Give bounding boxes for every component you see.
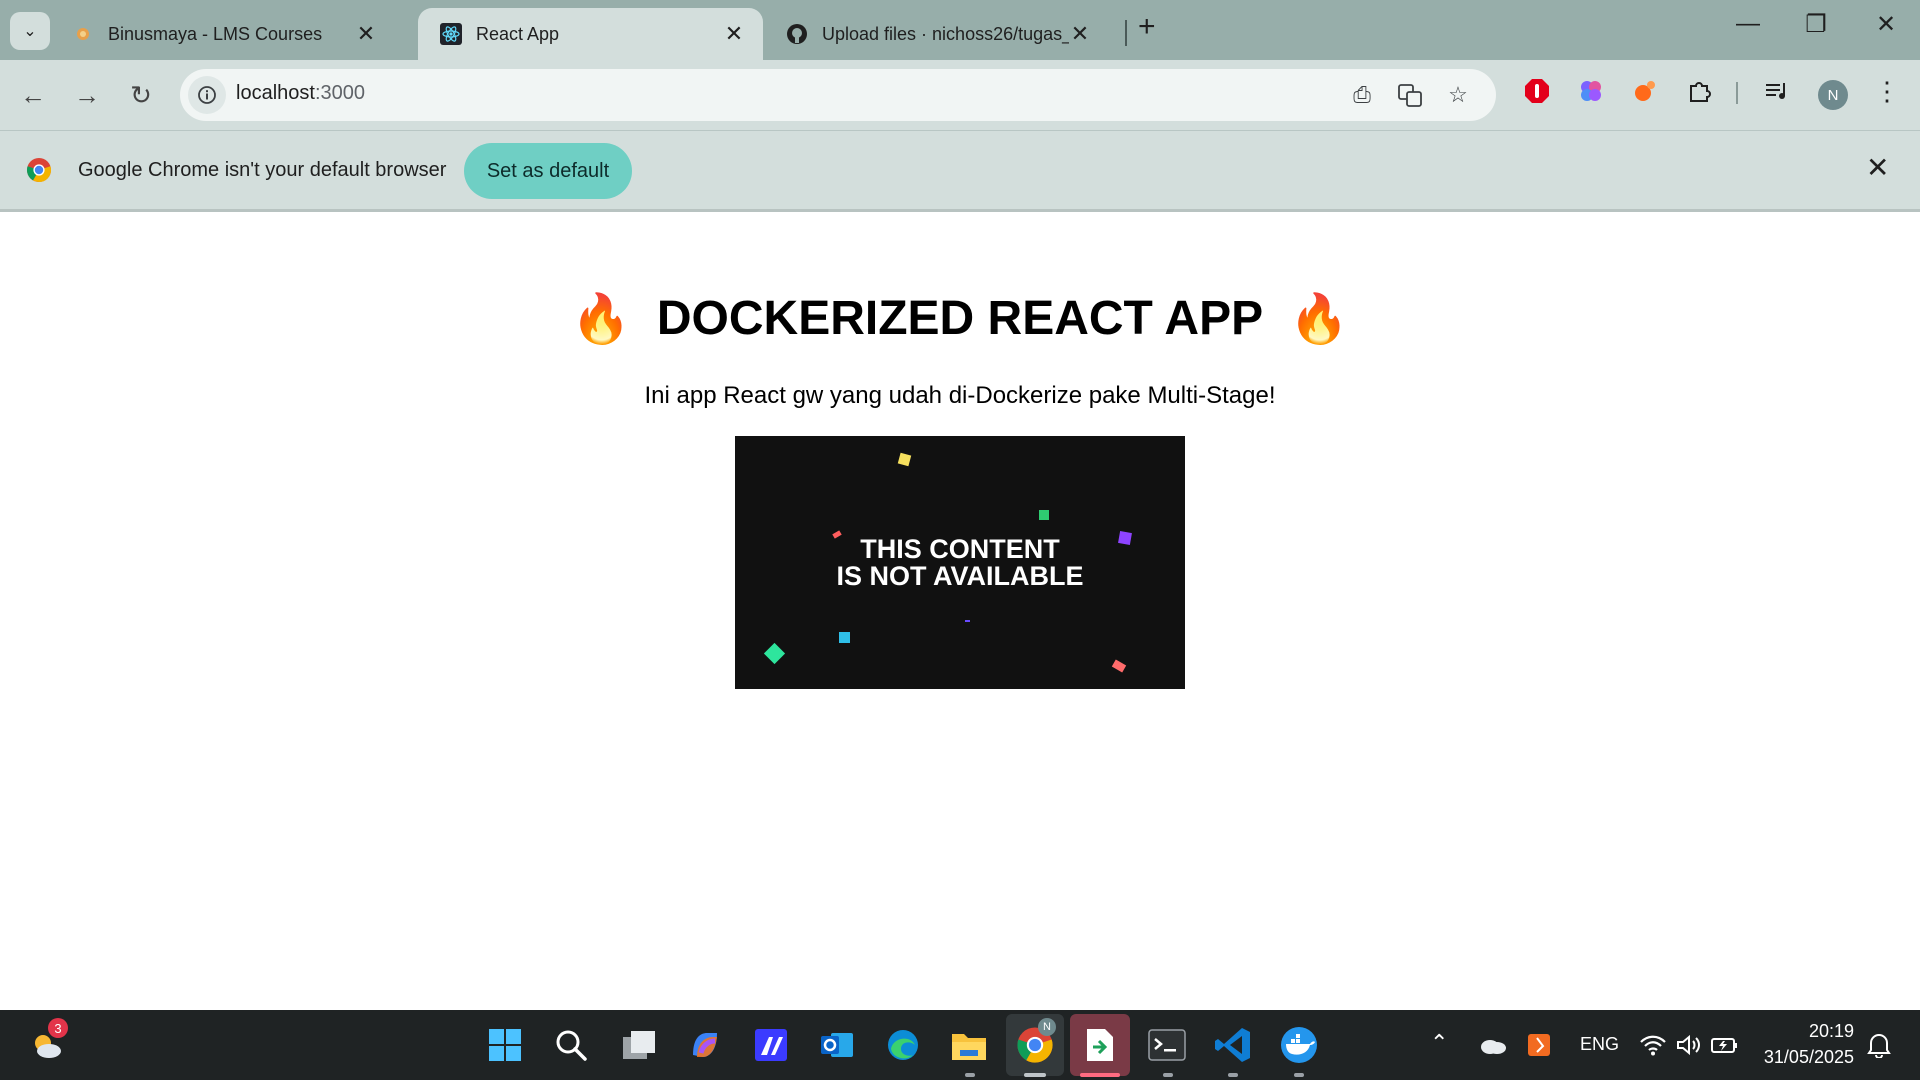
m365-app-icon[interactable] bbox=[748, 1022, 794, 1068]
heading-text: DOCKERIZED REACT APP bbox=[656, 292, 1264, 345]
docker-icon[interactable] bbox=[1276, 1022, 1322, 1068]
page-subtitle: Ini app React gw yang udah di-Dockerize … bbox=[644, 382, 1276, 409]
install-app-icon[interactable]: ⎙ bbox=[1348, 81, 1376, 109]
page-heading: 🔥 DOCKERIZED REACT APP 🔥 bbox=[0, 290, 1920, 347]
running-indicator bbox=[1163, 1073, 1173, 1077]
default-browser-infobar: Google Chrome isn't your default browser… bbox=[0, 131, 1920, 212]
clock-time: 20:19 bbox=[1808, 1021, 1854, 1041]
bookmark-star-icon[interactable]: ☆ bbox=[1444, 81, 1472, 109]
tab-strip: ⌄ Binusmaya - LMS Courses ✕ React App ✕ … bbox=[0, 0, 1920, 60]
new-tab-button[interactable]: + bbox=[1138, 10, 1156, 44]
windows-taskbar: 3 N ⌃ ENG 20:19 31/05/2025 bbox=[0, 1010, 1920, 1080]
confetti-shape bbox=[897, 452, 912, 467]
chrome-logo-icon bbox=[26, 157, 52, 188]
tab-react-app[interactable]: React App ✕ bbox=[418, 8, 763, 60]
notification-bell-icon[interactable] bbox=[1856, 1022, 1902, 1068]
embedded-video-unavailable[interactable]: THIS CONTENT IS NOT AVAILABLE bbox=[735, 436, 1185, 689]
infobar-message: Google Chrome isn't your default browser bbox=[78, 159, 447, 181]
github-icon bbox=[786, 23, 808, 45]
file-explorer-icon[interactable] bbox=[946, 1022, 992, 1068]
close-icon[interactable]: ✕ bbox=[1866, 151, 1889, 184]
tab-github-upload[interactable]: Upload files · nichoss26/tugas_c ✕ bbox=[764, 8, 1109, 60]
extensions-puzzle-icon[interactable] bbox=[1684, 76, 1714, 106]
minimize-button[interactable]: — bbox=[1728, 10, 1768, 38]
edge-icon[interactable] bbox=[880, 1022, 926, 1068]
app-tray-icon[interactable] bbox=[1516, 1022, 1562, 1068]
reload-icon: ↻ bbox=[130, 79, 152, 110]
page-content: 🔥 DOCKERIZED REACT APP 🔥 Ini app React g… bbox=[0, 212, 1920, 1010]
arrow-left-icon: ← bbox=[20, 79, 46, 110]
active-indicator bbox=[1080, 1073, 1120, 1077]
battery-icon[interactable] bbox=[1702, 1022, 1748, 1068]
close-icon[interactable]: ✕ bbox=[355, 21, 377, 47]
more-menu-icon[interactable]: ⋮ bbox=[1872, 76, 1902, 106]
chevron-up-icon[interactable]: ⌃ bbox=[1430, 1030, 1448, 1056]
toolbar-divider bbox=[1736, 82, 1738, 104]
ai-extension-icon[interactable] bbox=[1576, 76, 1606, 106]
running-indicator bbox=[1024, 1073, 1046, 1077]
search-icon[interactable] bbox=[548, 1022, 594, 1068]
fire-emoji-icon: 🔥 bbox=[1289, 293, 1349, 346]
document-app-icon[interactable] bbox=[1077, 1022, 1123, 1068]
set-as-default-button[interactable]: Set as default bbox=[464, 143, 632, 199]
notification-badge: 3 bbox=[48, 1018, 68, 1038]
clock-date: 31/05/2025 bbox=[1763, 1047, 1854, 1067]
task-view-icon[interactable] bbox=[616, 1022, 662, 1068]
confetti-shape bbox=[763, 642, 786, 665]
running-indicator bbox=[1294, 1073, 1304, 1077]
confetti-shape bbox=[1039, 510, 1049, 520]
vscode-icon[interactable] bbox=[1210, 1022, 1256, 1068]
running-indicator bbox=[965, 1073, 975, 1077]
adblock-extension-icon[interactable] bbox=[1522, 76, 1552, 106]
onedrive-cloud-icon[interactable] bbox=[1470, 1022, 1516, 1068]
info-icon bbox=[198, 86, 216, 104]
close-icon[interactable]: ✕ bbox=[1069, 21, 1091, 47]
tab-title: React App bbox=[476, 23, 560, 44]
close-window-button[interactable]: ✕ bbox=[1866, 10, 1906, 39]
confetti-shape bbox=[965, 620, 970, 622]
language-indicator[interactable]: ENG bbox=[1580, 1034, 1619, 1055]
address-bar[interactable]: localhost:3000 ⎙ ☆ bbox=[180, 69, 1496, 121]
react-icon bbox=[440, 23, 462, 45]
running-indicator bbox=[1228, 1073, 1238, 1077]
tab-binusmaya[interactable]: Binusmaya - LMS Courses ✕ bbox=[50, 8, 395, 60]
reload-button[interactable]: ↻ bbox=[124, 78, 158, 112]
copilot-icon[interactable] bbox=[682, 1022, 728, 1068]
outlook-icon[interactable] bbox=[814, 1022, 860, 1068]
translate-icon[interactable] bbox=[1396, 81, 1424, 109]
restore-button[interactable]: ❐ bbox=[1796, 10, 1836, 39]
binusmaya-icon bbox=[72, 23, 94, 45]
close-icon[interactable]: ✕ bbox=[723, 21, 745, 47]
forward-button[interactable]: → bbox=[70, 78, 104, 112]
windows-start-icon[interactable] bbox=[482, 1022, 528, 1068]
confetti-shape bbox=[1111, 659, 1127, 673]
url-text: localhost:3000 bbox=[236, 82, 365, 104]
chevron-down-icon: ⌄ bbox=[23, 23, 37, 40]
profile-badge: N bbox=[1038, 1018, 1056, 1036]
profile-avatar[interactable]: N bbox=[1818, 80, 1848, 110]
tab-search-button[interactable]: ⌄ bbox=[10, 12, 50, 50]
orange-extension-icon[interactable] bbox=[1630, 76, 1660, 106]
back-button[interactable]: ← bbox=[16, 78, 50, 112]
content-unavailable-message: THIS CONTENT IS NOT AVAILABLE bbox=[836, 534, 1084, 591]
media-control-icon[interactable] bbox=[1762, 76, 1792, 106]
tab-title: Upload files · nichoss26/tugas_c bbox=[822, 23, 1069, 44]
terminal-icon[interactable] bbox=[1144, 1022, 1190, 1068]
site-info-button[interactable] bbox=[188, 76, 226, 114]
system-clock[interactable]: 20:19 31/05/2025 bbox=[1754, 1018, 1854, 1070]
arrow-right-icon: → bbox=[74, 79, 100, 110]
fire-emoji-icon: 🔥 bbox=[571, 293, 631, 346]
confetti-shape bbox=[839, 632, 850, 643]
tab-separator bbox=[1125, 20, 1127, 46]
tab-title: Binusmaya - LMS Courses bbox=[108, 23, 323, 44]
